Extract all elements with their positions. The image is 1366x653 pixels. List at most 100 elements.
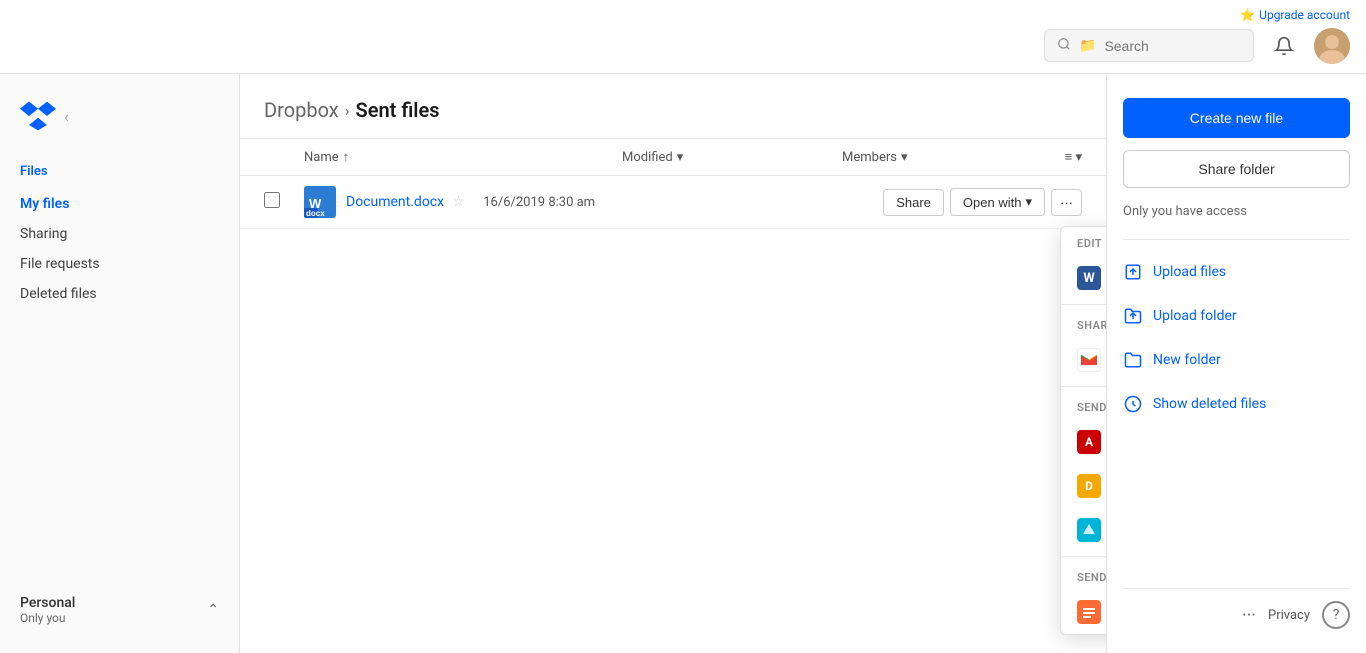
breadcrumb-home[interactable]: Dropbox — [264, 98, 339, 122]
sort-dropdown-icon: ▾ — [677, 150, 684, 165]
new-folder-label: New folder — [1153, 352, 1221, 368]
avatar[interactable] — [1314, 28, 1350, 64]
favorite-star-icon[interactable]: ☆ — [452, 194, 465, 210]
sidebar-item-filerequests[interactable]: File requests — [0, 249, 239, 279]
search-folder-icon: 📁 — [1079, 38, 1096, 54]
dropdown-item-hellosign[interactable]: HelloSign — [1061, 508, 1106, 552]
help-button[interactable]: ? — [1322, 601, 1350, 629]
upload-folder-icon — [1123, 306, 1143, 326]
more-options-dots[interactable]: ··· — [1242, 605, 1256, 626]
search-bar[interactable]: 📁 — [1044, 29, 1254, 62]
openwith-dropdown: EDIT W Microsoft Word Online SHARE Gmail — [1060, 226, 1106, 635]
file-name-link[interactable]: Document.docx — [346, 194, 444, 210]
share-button[interactable]: Share — [883, 189, 944, 216]
table-row: W docx Document.docx ☆ 16/6/2019 8:30 am… — [240, 176, 1106, 229]
header-name[interactable]: Name ↑ — [304, 149, 622, 165]
sidebar-logo: ‹ — [0, 90, 239, 158]
file-list-header: Name ↑ Modified ▾ Members ▾ ≡ ▾ — [240, 139, 1106, 176]
dropdown-item-docusign[interactable]: D DocuSign — [1061, 464, 1106, 508]
plan-label: Personal — [20, 595, 75, 611]
upload-files-icon — [1123, 262, 1143, 282]
star-icon: ⭐ — [1240, 8, 1255, 22]
sidebar-item-sharing[interactable]: Sharing — [0, 219, 239, 249]
docusign-icon: D — [1077, 474, 1101, 498]
file-type-icon: W docx — [304, 186, 336, 218]
new-folder-link[interactable]: New folder — [1123, 344, 1350, 376]
signature-section-label: SEND FOR SIGNATURE — [1061, 391, 1106, 420]
breadcrumb: Dropbox › Sent files — [264, 98, 1082, 122]
view-toggle-icon: ≡ ▾ — [1065, 149, 1082, 165]
sidebar: ‹ Files My files Sharing File requests D… — [0, 74, 240, 653]
header-members-label: Members — [842, 150, 897, 165]
upgrade-label: Upgrade account — [1259, 8, 1350, 22]
svg-text:docx: docx — [306, 209, 325, 218]
sidebar-item-myfiles[interactable]: My files — [0, 189, 239, 219]
hellosign-icon — [1077, 518, 1101, 542]
search-icon — [1057, 36, 1071, 55]
layout: ‹ Files My files Sharing File requests D… — [0, 74, 1366, 653]
upload-folder-link[interactable]: Upload folder — [1123, 300, 1350, 332]
create-new-file-button[interactable]: Create new file — [1123, 98, 1350, 138]
header-modified[interactable]: Modified ▾ — [622, 150, 842, 165]
dropbox-logo-icon — [20, 98, 56, 134]
show-deleted-icon — [1123, 394, 1143, 414]
share-folder-button[interactable]: Share folder — [1123, 150, 1350, 188]
sidebar-toggle[interactable]: ‹ — [64, 107, 69, 126]
dropdown-item-adobesign[interactable]: A Adobe Sign — [1061, 420, 1106, 464]
expand-chevron-icon[interactable]: ⌃ — [207, 602, 219, 618]
header-members[interactable]: Members ▾ — [842, 150, 1022, 165]
privacy-link[interactable]: Privacy — [1268, 608, 1310, 623]
edit-section-label: EDIT — [1061, 227, 1106, 256]
sidebar-nav: My files Sharing File requests Deleted f… — [0, 189, 239, 309]
file-select-checkbox[interactable] — [264, 192, 280, 208]
breadcrumb-arrow-icon: › — [345, 101, 350, 120]
sidebar-item-deletedfiles[interactable]: Deleted files — [0, 279, 239, 309]
dropdown-item-msword[interactable]: W Microsoft Word Online — [1061, 256, 1106, 300]
openwith-chevron-icon: ▾ — [1025, 194, 1032, 210]
access-info: Only you have access — [1123, 200, 1350, 223]
header-name-label: Name — [304, 150, 339, 165]
topbar: ⭐ Upgrade account 📁 — [0, 0, 1366, 74]
new-folder-icon — [1123, 350, 1143, 370]
show-deleted-label: Show deleted files — [1153, 396, 1266, 412]
content-header: Dropbox › Sent files — [240, 74, 1106, 139]
search-input[interactable] — [1104, 38, 1241, 54]
adobesign-icon: A — [1077, 430, 1101, 454]
panel-divider — [1123, 239, 1350, 240]
upload-files-link[interactable]: Upload files — [1123, 256, 1350, 288]
more-options-button[interactable]: ··· — [1051, 189, 1082, 216]
share-section-label: SHARE — [1061, 309, 1106, 338]
content: Dropbox › Sent files Name ↑ Modified ▾ M… — [240, 74, 1106, 653]
dropdown-item-hellofax[interactable]: HelloFax — [1061, 590, 1106, 634]
divider-1 — [1061, 304, 1106, 305]
breadcrumb-current: Sent files — [356, 98, 440, 122]
file-modified-date: 16/6/2019 8:30 am — [483, 195, 703, 210]
file-checkbox[interactable] — [264, 192, 304, 212]
members-dropdown-icon: ▾ — [901, 150, 908, 165]
upload-files-label: Upload files — [1153, 264, 1226, 280]
openwith-button[interactable]: Open with ▾ — [950, 188, 1045, 216]
file-name-wrap: Document.docx ☆ — [346, 194, 483, 210]
hellofax-icon — [1077, 600, 1101, 624]
fax-section-label: SEND FAX — [1061, 561, 1106, 590]
sidebar-files-title[interactable]: Files — [0, 158, 239, 185]
openwith-label: Open with — [963, 195, 1022, 210]
sidebar-bottom: Personal Only you ⌃ — [0, 583, 239, 637]
upgrade-link[interactable]: ⭐ Upgrade account — [1240, 8, 1350, 22]
dropdown-item-gmail[interactable]: Gmail — [1061, 338, 1106, 382]
bottom-bar: ··· Privacy ? — [1123, 588, 1350, 629]
file-actions: Share Open with ▾ ··· — [883, 188, 1082, 216]
show-deleted-link[interactable]: Show deleted files — [1123, 388, 1350, 420]
plan-sub-label: Only you — [20, 611, 75, 625]
header-modified-label: Modified — [622, 150, 673, 165]
divider-3 — [1061, 556, 1106, 557]
divider-2 — [1061, 386, 1106, 387]
sidebar-bottom-info: Personal Only you — [20, 595, 75, 625]
sort-asc-icon: ↑ — [343, 149, 350, 165]
upload-folder-label: Upload folder — [1153, 308, 1237, 324]
header-actions[interactable]: ≡ ▾ — [1022, 149, 1082, 165]
main-area: Dropbox › Sent files Name ↑ Modified ▾ M… — [240, 74, 1366, 653]
notifications-button[interactable] — [1266, 28, 1302, 64]
right-panel: Create new file Share folder Only you ha… — [1106, 74, 1366, 653]
topbar-main: 📁 — [1044, 28, 1350, 64]
